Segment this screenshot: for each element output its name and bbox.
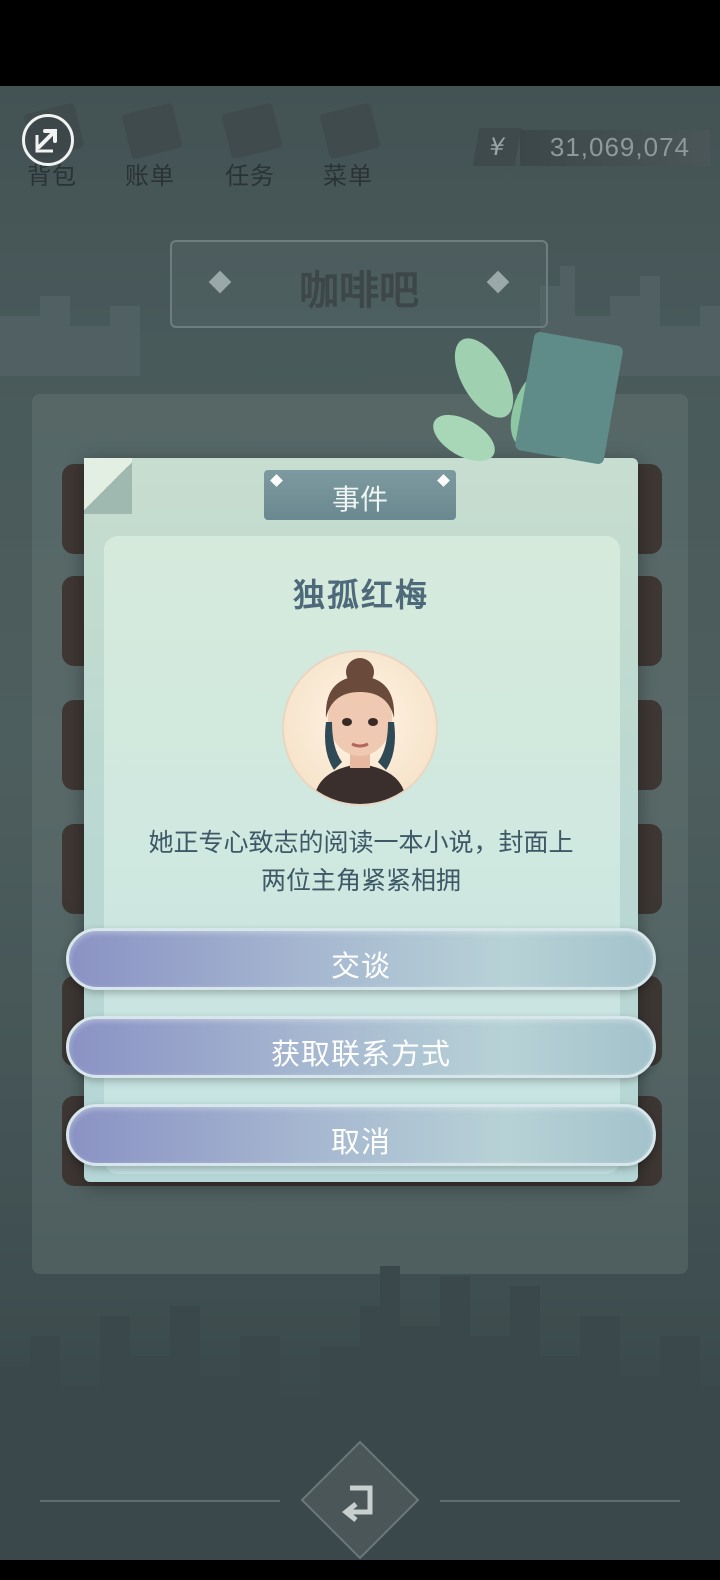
get-contact-button[interactable]: 获取联系方式	[66, 1016, 656, 1078]
money-display: ¥ 31,069,074	[472, 126, 716, 170]
dialog-header: 事件	[331, 483, 388, 516]
top-nav: 背包 账单 任务 菜单 ¥ 31,069,074	[0, 86, 720, 196]
task-icon	[221, 102, 283, 160]
npc-avatar	[282, 650, 438, 806]
dialog-header-tab: 事件	[264, 470, 456, 520]
choice-label: 交谈	[330, 949, 391, 983]
page-fold-corner	[84, 458, 132, 514]
divider	[440, 1500, 680, 1502]
status-bar	[0, 0, 720, 86]
shop-title: 咖啡吧	[299, 268, 419, 314]
nav-bill-button[interactable]: 账单	[110, 100, 190, 190]
event-text-line: 她正专心致志的阅读一本小说，封面上	[148, 828, 574, 857]
npc-name: 独孤红梅	[292, 576, 429, 614]
shop-title-panel: 咖啡吧	[170, 240, 548, 328]
money-value: 31,069,074	[549, 132, 690, 162]
event-description: 她正专心致志的阅读一本小说，封面上 两位主角紧紧相拥	[124, 824, 598, 900]
leaf-decoration-icon	[433, 332, 623, 464]
event-text-line: 两位主角紧紧相拥	[260, 866, 461, 895]
cancel-button[interactable]: 取消	[66, 1104, 656, 1166]
choice-label: 取消	[330, 1125, 391, 1159]
yen-icon: ¥	[472, 128, 522, 166]
npc-portrait-icon	[314, 658, 406, 804]
choice-label: 获取联系方式	[270, 1037, 451, 1071]
talk-button[interactable]: 交谈	[66, 928, 656, 990]
nav-menu-button[interactable]: 菜单	[308, 100, 388, 190]
nav-label: 菜单	[323, 162, 373, 190]
divider	[40, 1500, 280, 1502]
exit-arrow-icon	[35, 129, 57, 153]
nav-label: 任务	[225, 162, 275, 190]
return-arrow-icon	[341, 1485, 373, 1522]
exit-button[interactable]	[22, 114, 74, 166]
nav-label: 账单	[125, 162, 175, 190]
menu-icon	[319, 102, 381, 160]
bill-icon	[121, 102, 183, 160]
nav-task-button[interactable]: 任务	[210, 100, 290, 190]
